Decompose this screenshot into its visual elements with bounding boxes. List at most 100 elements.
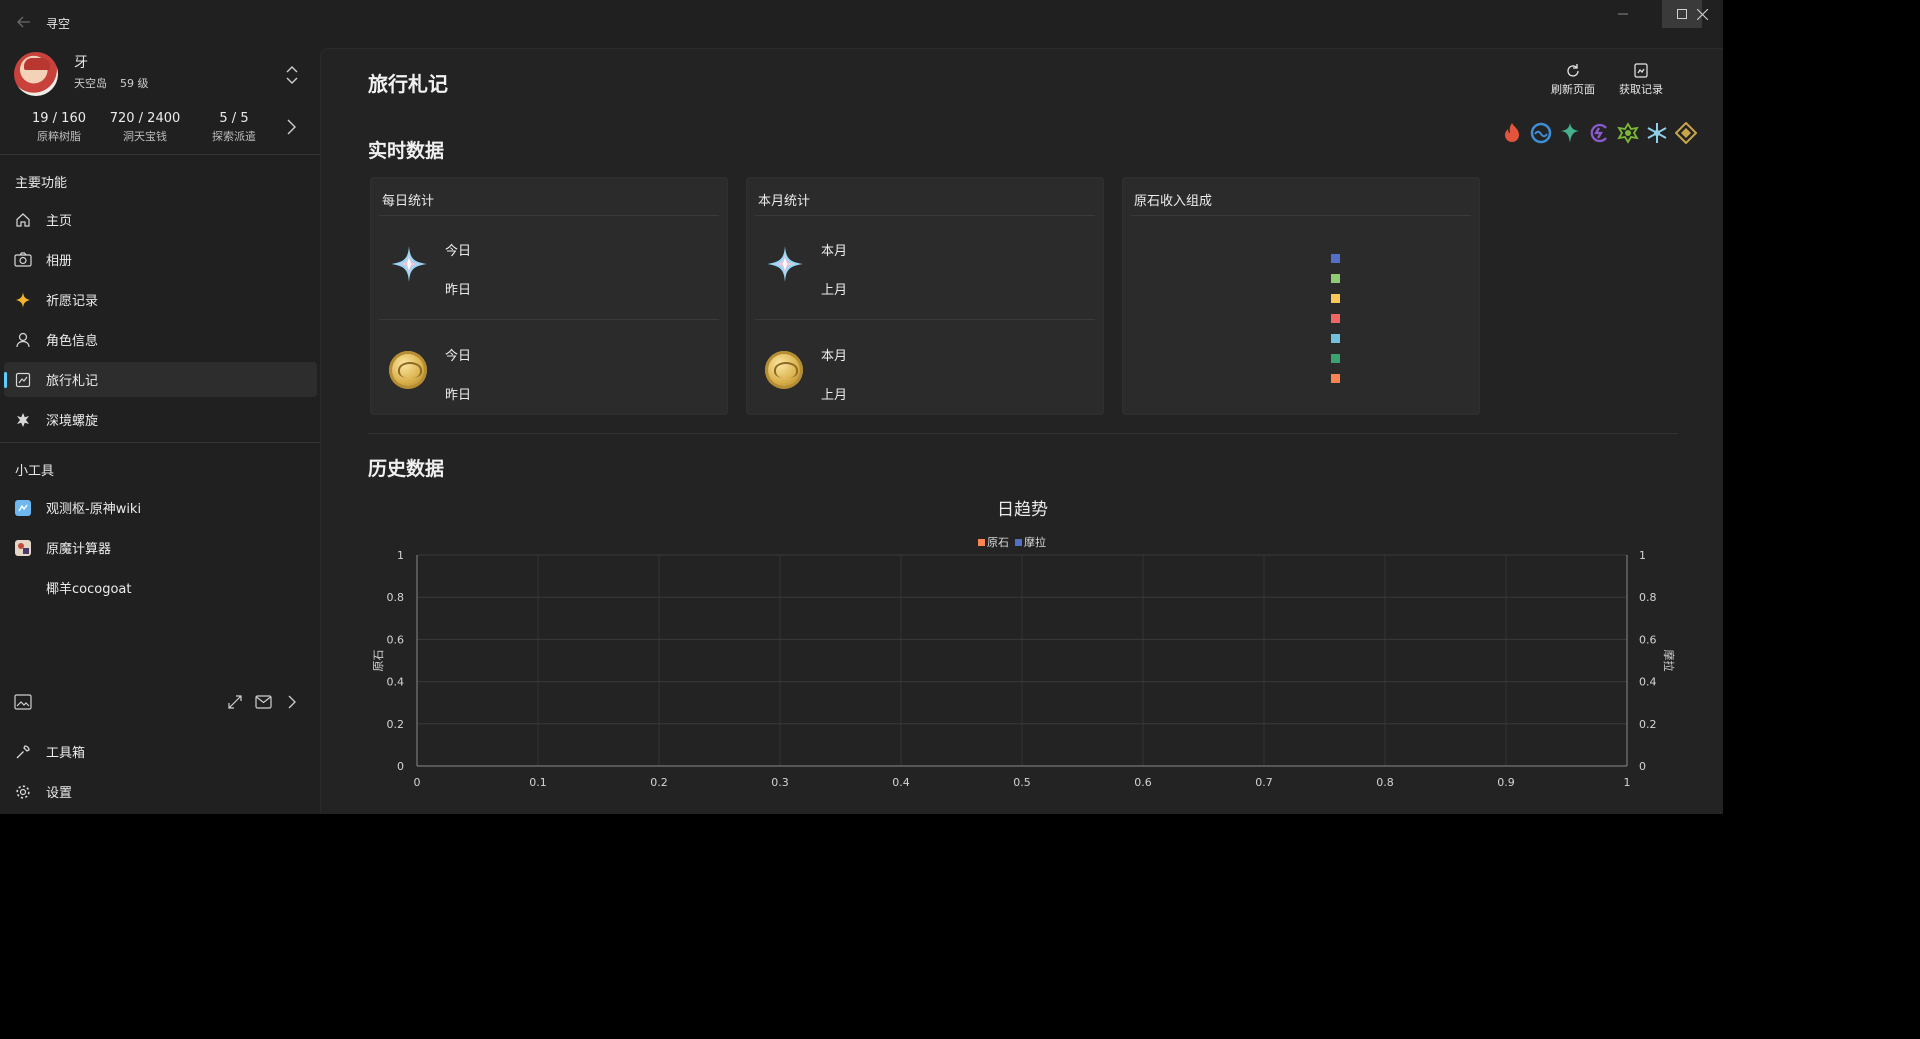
- this-month-label: 本月: [821, 244, 848, 259]
- pyro-icon[interactable]: [1500, 121, 1524, 145]
- refresh-button[interactable]: 刷新页面: [1543, 62, 1603, 102]
- camera-icon: [14, 251, 32, 269]
- x-tick-label: 0.5: [1013, 776, 1031, 789]
- account-switch-button[interactable]: [282, 64, 302, 86]
- card-title: 原石收入组成: [1134, 194, 1213, 209]
- chart-title: 日趋势: [997, 500, 1048, 520]
- yesterday-label: 昨日: [445, 388, 472, 403]
- income-legend-swatch[interactable]: [1331, 334, 1340, 343]
- app-window: 寻空 牙 天空岛 59 级 19 / 160 原粹树脂 720 / 2400 洞…: [0, 0, 1723, 814]
- dendro-icon[interactable]: [1616, 121, 1640, 145]
- geo-icon[interactable]: [1674, 121, 1698, 145]
- refresh-label: 刷新页面: [1551, 83, 1595, 96]
- background-image-button[interactable]: [13, 692, 33, 712]
- sidebar-item-toolbox[interactable]: 工具箱: [4, 734, 317, 769]
- realtime-heading: 实时数据: [368, 140, 445, 162]
- card-divider: [755, 215, 1095, 216]
- sidebar-item-label: 工具箱: [46, 746, 86, 761]
- title-bar: 寻空: [0, 0, 1723, 48]
- close-button[interactable]: [1682, 0, 1722, 28]
- x-tick-label: 0.8: [1376, 776, 1394, 789]
- y-tick-label: 1: [397, 549, 404, 562]
- sidebar-item-travel-notes[interactable]: 旅行札记: [4, 362, 317, 397]
- stat-resin: 19 / 160 原粹树脂: [14, 111, 104, 144]
- x-tick-label: 0.4: [892, 776, 910, 789]
- footer-next-button[interactable]: [281, 692, 301, 712]
- stat-realm-currency-value: 720 / 2400: [109, 111, 181, 126]
- back-button[interactable]: [13, 14, 35, 34]
- card-divider: [379, 319, 719, 320]
- card-title: 本月统计: [758, 194, 811, 209]
- notebook-icon: [1634, 63, 1648, 78]
- sidebar-item-cocogoat[interactable]: 椰羊cocogoat: [4, 570, 317, 605]
- mora-icon: [765, 351, 803, 389]
- person-icon: [14, 331, 32, 349]
- abyss-icon: [14, 411, 32, 429]
- income-legend-swatch[interactable]: [1331, 254, 1340, 263]
- wiki-app-icon: [14, 499, 32, 517]
- primogem-icon: [767, 246, 803, 282]
- last-month-label: 上月: [821, 388, 848, 403]
- card-title: 每日统计: [382, 194, 435, 209]
- income-legend-swatch[interactable]: [1331, 354, 1340, 363]
- x-tick-label: 0.9: [1497, 776, 1515, 789]
- sidebar-item-spiral-abyss[interactable]: 深境螺旋: [4, 402, 317, 437]
- card-divider: [755, 319, 1095, 320]
- sidebar-item-wiki[interactable]: 观测枢-原神wiki: [4, 490, 317, 525]
- refresh-icon: [1567, 64, 1579, 77]
- sidebar-item-calculator[interactable]: 原魔计算器: [4, 530, 317, 565]
- x-tick-label: 0.7: [1255, 776, 1273, 789]
- close-icon: [1696, 8, 1708, 20]
- sidebar-item-wish-history[interactable]: 祈愿记录: [4, 282, 317, 317]
- hydro-icon[interactable]: [1529, 121, 1553, 145]
- expand-icon: [228, 695, 242, 709]
- mail-button[interactable]: [253, 692, 273, 712]
- sidebar-divider: [0, 442, 320, 443]
- x-tick-label: 0.3: [771, 776, 789, 789]
- stat-realm-currency-label: 洞天宝钱: [123, 130, 167, 143]
- card-divider: [1131, 215, 1471, 216]
- y2-tick-label: 0: [1639, 760, 1646, 773]
- cryo-icon[interactable]: [1645, 121, 1669, 145]
- y-axis-title: 原石: [372, 650, 385, 672]
- sidebar-item-label: 原魔计算器: [46, 542, 112, 557]
- stat-expedition: 5 / 5 探索派遣: [189, 111, 279, 144]
- income-legend-swatch[interactable]: [1331, 294, 1340, 303]
- fetch-records-button[interactable]: 获取记录: [1611, 62, 1671, 102]
- today-label: 今日: [445, 244, 472, 259]
- last-month-label: 上月: [821, 283, 848, 298]
- sidebar-item-album[interactable]: 相册: [4, 242, 317, 277]
- sidebar-item-characters[interactable]: 角色信息: [4, 322, 317, 357]
- income-legend-swatch[interactable]: [1331, 274, 1340, 283]
- income-composition-card: 原石收入组成: [1122, 177, 1480, 415]
- gear-icon: [14, 783, 32, 801]
- sidebar-item-label: 祈愿记录: [46, 294, 99, 309]
- user-level: 59 级: [120, 77, 149, 90]
- x-tick-label: 0.2: [650, 776, 668, 789]
- stats-expand-button[interactable]: [283, 117, 299, 137]
- income-legend-swatch[interactable]: [1331, 314, 1340, 323]
- stat-expedition-label: 探索派遣: [212, 130, 256, 143]
- sidebar-item-label: 椰羊cocogoat: [46, 582, 132, 597]
- sidebar-item-label: 角色信息: [46, 334, 99, 349]
- y2-tick-label: 0.8: [1639, 591, 1657, 604]
- daily-stats-card: 每日统计 今日 昨日 今日 昨日: [370, 177, 728, 415]
- y2-tick-label: 0.2: [1639, 718, 1657, 731]
- expand-button[interactable]: [225, 692, 245, 712]
- avatar[interactable]: [14, 52, 58, 96]
- chevron-right-icon: [288, 695, 296, 709]
- sidebar-item-settings[interactable]: 设置: [4, 774, 317, 809]
- page-title: 旅行札记: [368, 72, 448, 96]
- mail-icon: [254, 695, 272, 709]
- fetch-records-label: 获取记录: [1619, 83, 1663, 96]
- x-tick-label: 0.6: [1134, 776, 1152, 789]
- sidebar-item-home[interactable]: 主页: [4, 202, 317, 237]
- stat-resin-value: 19 / 160: [32, 111, 86, 126]
- income-legend-swatch[interactable]: [1331, 374, 1340, 383]
- electro-icon[interactable]: [1587, 121, 1611, 145]
- minimize-button[interactable]: [1603, 0, 1643, 28]
- app-title: 寻空: [46, 17, 71, 31]
- stat-realm-currency: 720 / 2400 洞天宝钱: [100, 111, 190, 144]
- anemo-icon[interactable]: [1558, 121, 1582, 145]
- wrench-icon: [14, 743, 32, 761]
